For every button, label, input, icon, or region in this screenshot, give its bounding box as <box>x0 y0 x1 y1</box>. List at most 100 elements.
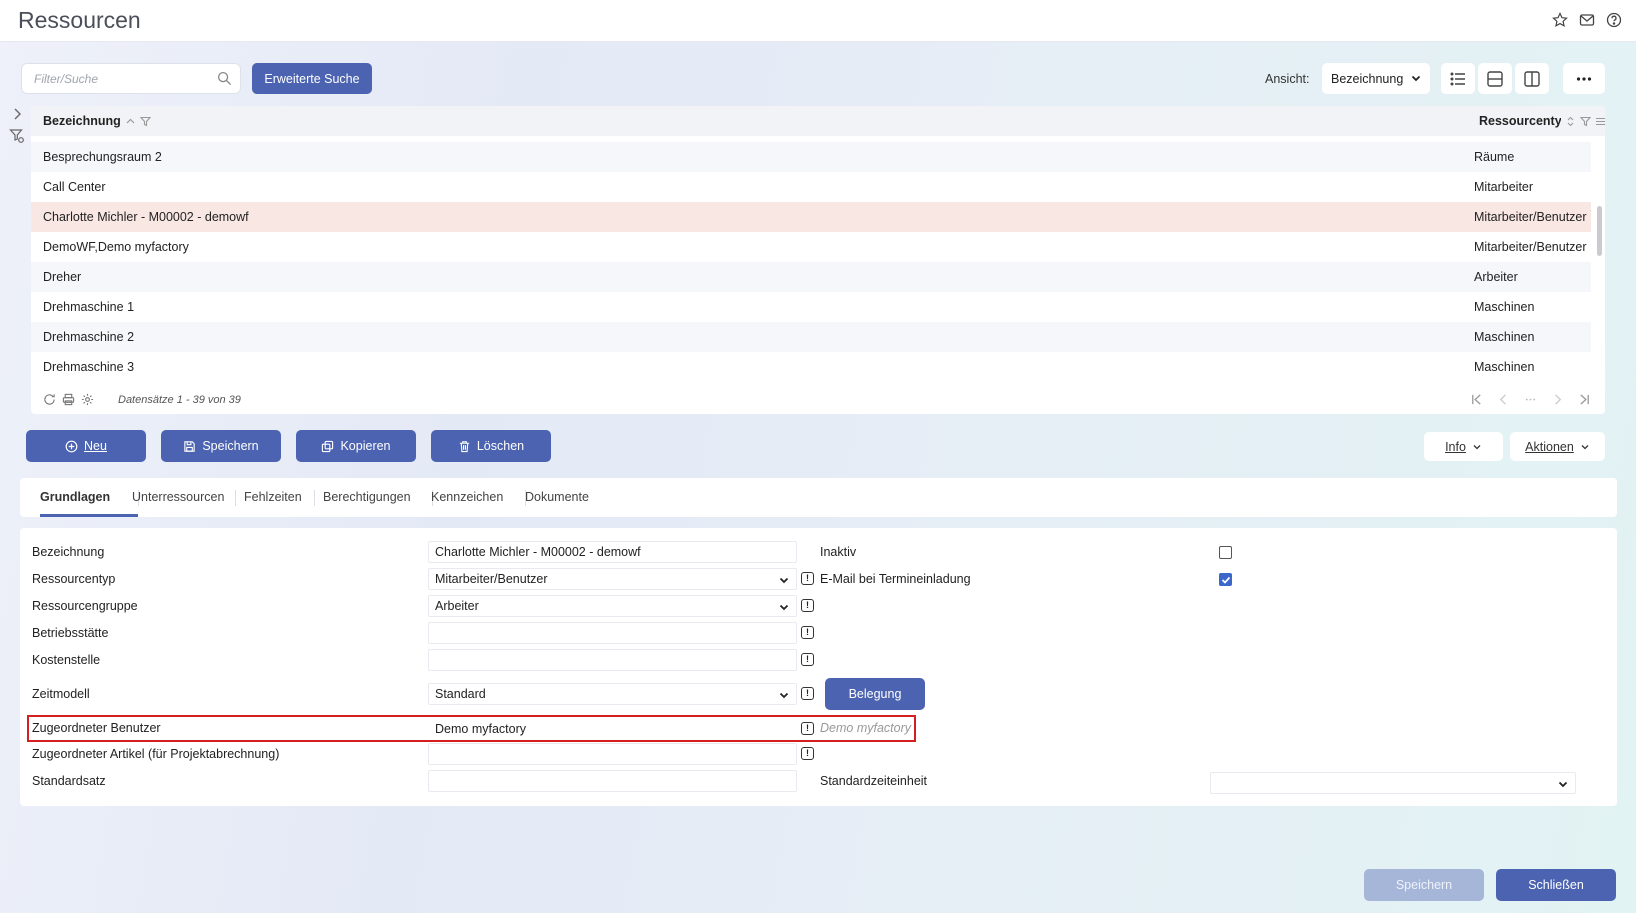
cell-bezeichnung: Drehmaschine 3 <box>43 360 135 374</box>
column-header-bezeichnung[interactable]: Bezeichnung <box>43 114 151 128</box>
menu-icon[interactable] <box>1595 116 1605 127</box>
zugeordneter-benutzer-hint: Demo myfactory <box>820 721 911 735</box>
cell-ressourcentyp: Maschinen <box>1474 300 1535 314</box>
sort-up-icon[interactable] <box>125 116 136 127</box>
copy-icon <box>322 440 334 452</box>
search-box[interactable] <box>21 63 241 94</box>
ressourcentyp-select[interactable]: Mitarbeiter/Benutzer <box>428 568 797 590</box>
tab-grundlagen[interactable]: Grundlagen <box>40 490 110 504</box>
email-termineinladung-label: E-Mail bei Termineinladung <box>820 572 971 586</box>
ressourcengruppe-value: Arbeiter <box>435 599 479 613</box>
split-horizontal-button[interactable] <box>1478 63 1512 94</box>
view-select-value: Bezeichnung <box>1331 71 1404 86</box>
view-select[interactable]: Bezeichnung <box>1322 63 1430 94</box>
chevron-down-icon <box>1411 75 1421 82</box>
last-page-icon[interactable] <box>1578 393 1591 406</box>
title-icons <box>1551 11 1622 28</box>
cell-ressourcentyp: Maschinen <box>1474 360 1535 374</box>
tab-berechtigungen[interactable]: Berechtigungen <box>323 490 411 504</box>
actions-dropdown[interactable]: Aktionen <box>1510 432 1605 461</box>
trash-icon <box>459 440 470 452</box>
cell-ressourcentyp: Mitarbeiter <box>1474 180 1534 194</box>
standardsatz-field[interactable] <box>428 770 797 792</box>
tab-fehlzeiten[interactable]: Fehlzeiten <box>244 490 302 504</box>
mail-icon[interactable] <box>1578 11 1595 28</box>
zugeordneter-benutzer-label: Zugeordneter Benutzer <box>32 721 161 735</box>
save-button[interactable]: Speichern <box>161 430 281 462</box>
email-termineinladung-checkbox[interactable] <box>1219 573 1232 586</box>
copy-button-label: Kopieren <box>340 439 391 453</box>
first-page-icon[interactable] <box>1470 393 1483 406</box>
belegung-button[interactable]: Belegung <box>825 678 925 710</box>
delete-button[interactable]: Löschen <box>431 430 551 462</box>
required-icon: ! <box>801 653 814 666</box>
betriebsstaette-label: Betriebsstätte <box>32 626 109 640</box>
column-label: Ressourcentyp <box>1479 114 1561 128</box>
more-button[interactable] <box>1563 63 1605 94</box>
search-icon[interactable] <box>217 71 232 86</box>
bottom-save-label: Speichern <box>1395 878 1453 892</box>
new-button[interactable]: Neu <box>26 430 146 462</box>
ressourcengruppe-select[interactable]: Arbeiter <box>428 595 797 617</box>
column-header-ressourcentyp[interactable]: Ressourcentyp <box>1479 114 1605 128</box>
table-row[interactable]: Drehmaschine 1 Maschinen <box>31 292 1591 322</box>
kostenstelle-field[interactable] <box>428 649 797 671</box>
zugeordneter-benutzer-field[interactable]: Demo myfactory <box>428 718 797 740</box>
more-icon <box>1576 76 1592 81</box>
page-title: Ressourcen <box>18 7 141 33</box>
tab-dokumente[interactable]: Dokumente <box>525 490 589 504</box>
zeitmodell-label: Zeitmodell <box>32 687 90 701</box>
bezeichnung-field[interactable]: Charlotte Michler - M00002 - demowf <box>428 541 797 563</box>
actions-label: Aktionen <box>1525 439 1574 454</box>
chevron-right-icon[interactable] <box>9 106 25 122</box>
zeitmodell-select[interactable]: Standard <box>428 683 797 705</box>
info-dropdown[interactable]: Info <box>1424 432 1503 461</box>
refresh-icon[interactable] <box>43 393 56 406</box>
scrollbar[interactable] <box>1597 206 1602 256</box>
sort-icon[interactable] <box>1565 116 1576 127</box>
close-label: Schließen <box>1528 878 1584 892</box>
gear-icon[interactable] <box>81 393 94 406</box>
tab-divider <box>314 490 315 506</box>
filter-icon[interactable] <box>1580 116 1591 127</box>
table-row[interactable]: DemoWF,Demo myfactory Mitarbeiter/Benutze… <box>31 232 1591 262</box>
betriebsstaette-field[interactable] <box>428 622 797 644</box>
cell-ressourcentyp: Maschinen <box>1474 330 1535 344</box>
bezeichnung-value: Charlotte Michler - M00002 - demowf <box>435 545 641 559</box>
star-icon[interactable] <box>1551 11 1568 28</box>
zeitmodell-value: Standard <box>435 687 486 701</box>
required-icon: ! <box>801 599 814 612</box>
next-page-icon[interactable] <box>1551 393 1564 406</box>
split-vertical-button[interactable] <box>1515 63 1549 94</box>
close-button[interactable]: Schließen <box>1496 869 1616 901</box>
bottom-save-button[interactable]: Speichern <box>1364 869 1484 901</box>
copy-button[interactable]: Kopieren <box>296 430 416 462</box>
prev-page-icon[interactable] <box>1497 393 1510 406</box>
ellipsis-icon <box>1525 398 1536 401</box>
required-icon: ! <box>801 722 814 735</box>
ressourcentyp-value: Mitarbeiter/Benutzer <box>435 572 548 586</box>
plus-circle-icon <box>65 440 78 452</box>
filter-icon[interactable] <box>139 116 151 127</box>
table-row[interactable]: Drehmaschine 2 Maschinen <box>31 322 1591 352</box>
table-row[interactable]: Charlotte Michler - M00002 - demowf Mitar… <box>31 202 1591 232</box>
inaktiv-checkbox[interactable] <box>1219 546 1232 559</box>
print-icon[interactable] <box>62 393 75 406</box>
search-input[interactable] <box>22 64 202 93</box>
advanced-search-button[interactable]: Erweiterte Suche <box>252 63 372 94</box>
tab-kennzeichen[interactable]: Kennzeichen <box>431 490 503 504</box>
help-icon[interactable] <box>1605 11 1622 28</box>
tab-unterressourcen[interactable]: Unterressourcen <box>132 490 224 504</box>
table-row[interactable]: Call Center Mitarbeiter <box>31 172 1591 202</box>
detail-tabs: Grundlagen Unterressourcen Fehlzeiten Be… <box>20 478 1617 517</box>
required-icon: ! <box>801 572 814 585</box>
zugeordneter-artikel-field[interactable] <box>428 743 797 765</box>
cell-ressourcentyp: Arbeiter <box>1474 270 1518 284</box>
filter-settings-icon[interactable] <box>9 128 25 144</box>
standardzeiteinheit-select[interactable] <box>1210 772 1576 794</box>
list-view-button[interactable] <box>1441 63 1475 94</box>
table-row[interactable]: Dreher Arbeiter <box>31 262 1591 292</box>
standardzeiteinheit-label: Standardzeiteinheit <box>820 774 928 788</box>
table-row[interactable]: Besprechungsraum 2 Räume <box>31 142 1591 172</box>
table-row[interactable]: Drehmaschine 3 Maschinen <box>31 352 1591 382</box>
